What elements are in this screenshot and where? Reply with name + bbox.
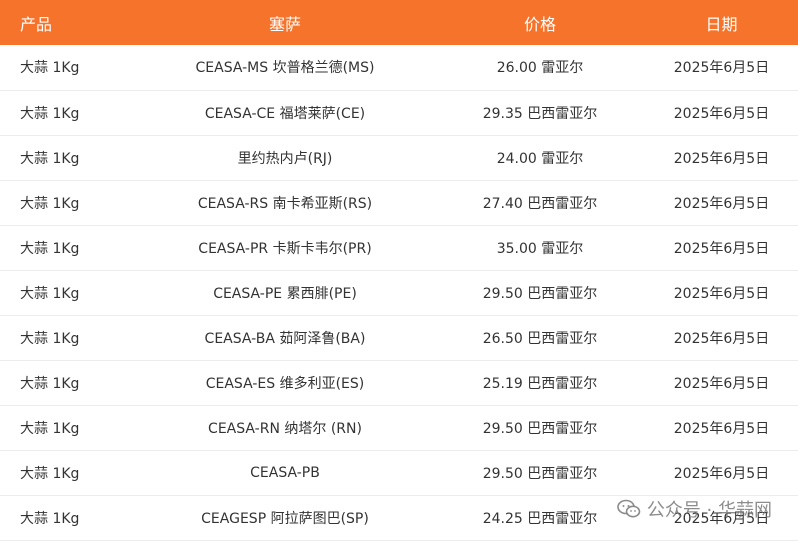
cell-product: 大蒜 1Kg — [0, 450, 115, 496]
cell-ceasa: CEASA-PB — [115, 450, 455, 496]
cell-date: 2025年6月5日 — [625, 180, 798, 226]
cell-product: 大蒜 1Kg — [0, 45, 115, 91]
table-row: 大蒜 1Kg 里约热内卢(RJ) 24.00 雷亚尔 2025年6月5日 — [0, 135, 798, 181]
table-row: 大蒜 1Kg CEASA-CE 福塔莱萨(CE) 29.35 巴西雷亚尔 2025年6… — [0, 90, 798, 136]
table-row: 大蒜 1Kg CEASA-PE 累西腓(PE) 29.50 巴西雷亚尔 2025年6月… — [0, 270, 798, 316]
watermark-text: 公众号 · 华蒜网 — [646, 500, 772, 521]
cell-price: 29.50 巴西雷亚尔 — [455, 270, 625, 316]
cell-ceasa: CEASA-PE 累西腓(PE) — [115, 270, 455, 316]
cell-product: 大蒜 1Kg — [0, 225, 115, 271]
table-row: 大蒜 1Kg CEASA-PR 卡斯卡韦尔(PR) 35.00 雷亚尔 2025年6月… — [0, 225, 798, 271]
cell-date: 2025年6月5日 — [625, 45, 798, 91]
cell-date: 2025年6月5日 — [625, 225, 798, 271]
cell-product: 大蒜 1Kg — [0, 90, 115, 136]
table-row: 大蒜 1Kg CEASA-PB 29.50 巴西雷亚尔 2025年6月5日 — [0, 450, 798, 496]
header-date: 日期 — [705, 14, 738, 34]
header-product: 产品 — [20, 14, 53, 34]
price-table: 产品 塞萨 价格 日期 大蒜 1Kg CEASA-MS 坎普格兰德(MS) 26.0… — [0, 0, 798, 541]
cell-price: 26.50 巴西雷亚尔 — [455, 315, 625, 361]
table-header: 产品 塞萨 价格 日期 — [0, 0, 798, 45]
cell-date: 2025年6月5日 — [625, 450, 798, 496]
wechat-icon — [617, 499, 641, 518]
cell-date: 2025年6月5日 — [625, 405, 798, 451]
cell-price: 26.00 雷亚尔 — [455, 45, 625, 91]
cell-date: 2025年6月5日 — [625, 360, 798, 406]
cell-date: 2025年6月5日 — [625, 270, 798, 316]
cell-product: 大蒜 1Kg — [0, 360, 115, 406]
cell-product: 大蒜 1Kg — [0, 270, 115, 316]
cell-ceasa: CEASA-CE 福塔莱萨(CE) — [115, 90, 455, 136]
table-row: 大蒜 1Kg CEASA-RS 南卡希亚斯(RS) 27.40 巴西雷亚尔 2025年… — [0, 180, 798, 226]
cell-ceasa: CEASA-ES 维多利亚(ES) — [115, 360, 455, 406]
cell-date: 2025年6月5日 — [625, 135, 798, 181]
cell-date: 2025年6月5日 — [625, 90, 798, 136]
cell-date: 2025年6月5日 — [625, 315, 798, 361]
cell-price: 35.00 雷亚尔 — [455, 225, 625, 271]
cell-price: 24.00 雷亚尔 — [455, 135, 625, 181]
header-ceasa: 塞萨 — [268, 14, 301, 34]
cell-product: 大蒜 1Kg — [0, 405, 115, 451]
table-row: 大蒜 1Kg CEASA-ES 维多利亚(ES) 25.19 巴西雷亚尔 2025年6… — [0, 360, 798, 406]
cell-ceasa: CEASA-RS 南卡希亚斯(RS) — [115, 180, 455, 226]
table-row: 大蒜 1Kg CEASA-MS 坎普格兰德(MS) 26.00 雷亚尔 2025年6月… — [0, 45, 798, 91]
cell-product: 大蒜 1Kg — [0, 135, 115, 181]
cell-ceasa: 里约热内卢(RJ) — [115, 135, 455, 181]
cell-product: 大蒜 1Kg — [0, 180, 115, 226]
cell-ceasa: CEASA-MS 坎普格兰德(MS) — [115, 45, 455, 91]
cell-price: 29.50 巴西雷亚尔 — [455, 450, 625, 496]
cell-price: 27.40 巴西雷亚尔 — [455, 180, 625, 226]
cell-ceasa: CEASA-PR 卡斯卡韦尔(PR) — [115, 225, 455, 271]
cell-ceasa: CEASA-BA 茹阿泽鲁(BA) — [115, 315, 455, 361]
cell-product: 大蒜 1Kg — [0, 315, 115, 361]
watermark: 公众号 · 华蒜网 — [617, 496, 772, 522]
cell-ceasa: CEAGESP 阿拉萨图巴(SP) — [115, 495, 455, 541]
table-row: 大蒜 1Kg CEASA-BA 茹阿泽鲁(BA) 26.50 巴西雷亚尔 2025年6… — [0, 315, 798, 361]
cell-price: 29.35 巴西雷亚尔 — [455, 90, 625, 136]
cell-ceasa: CEASA-RN 纳塔尔 (RN) — [115, 405, 455, 451]
header-price: 价格 — [523, 14, 556, 34]
cell-price: 24.25 巴西雷亚尔 — [455, 495, 625, 541]
cell-price: 25.19 巴西雷亚尔 — [455, 360, 625, 406]
cell-product: 大蒜 1Kg — [0, 495, 115, 541]
table-row: 大蒜 1Kg CEASA-RN 纳塔尔 (RN) 29.50 巴西雷亚尔 2025年6… — [0, 405, 798, 451]
cell-price: 29.50 巴西雷亚尔 — [455, 405, 625, 451]
